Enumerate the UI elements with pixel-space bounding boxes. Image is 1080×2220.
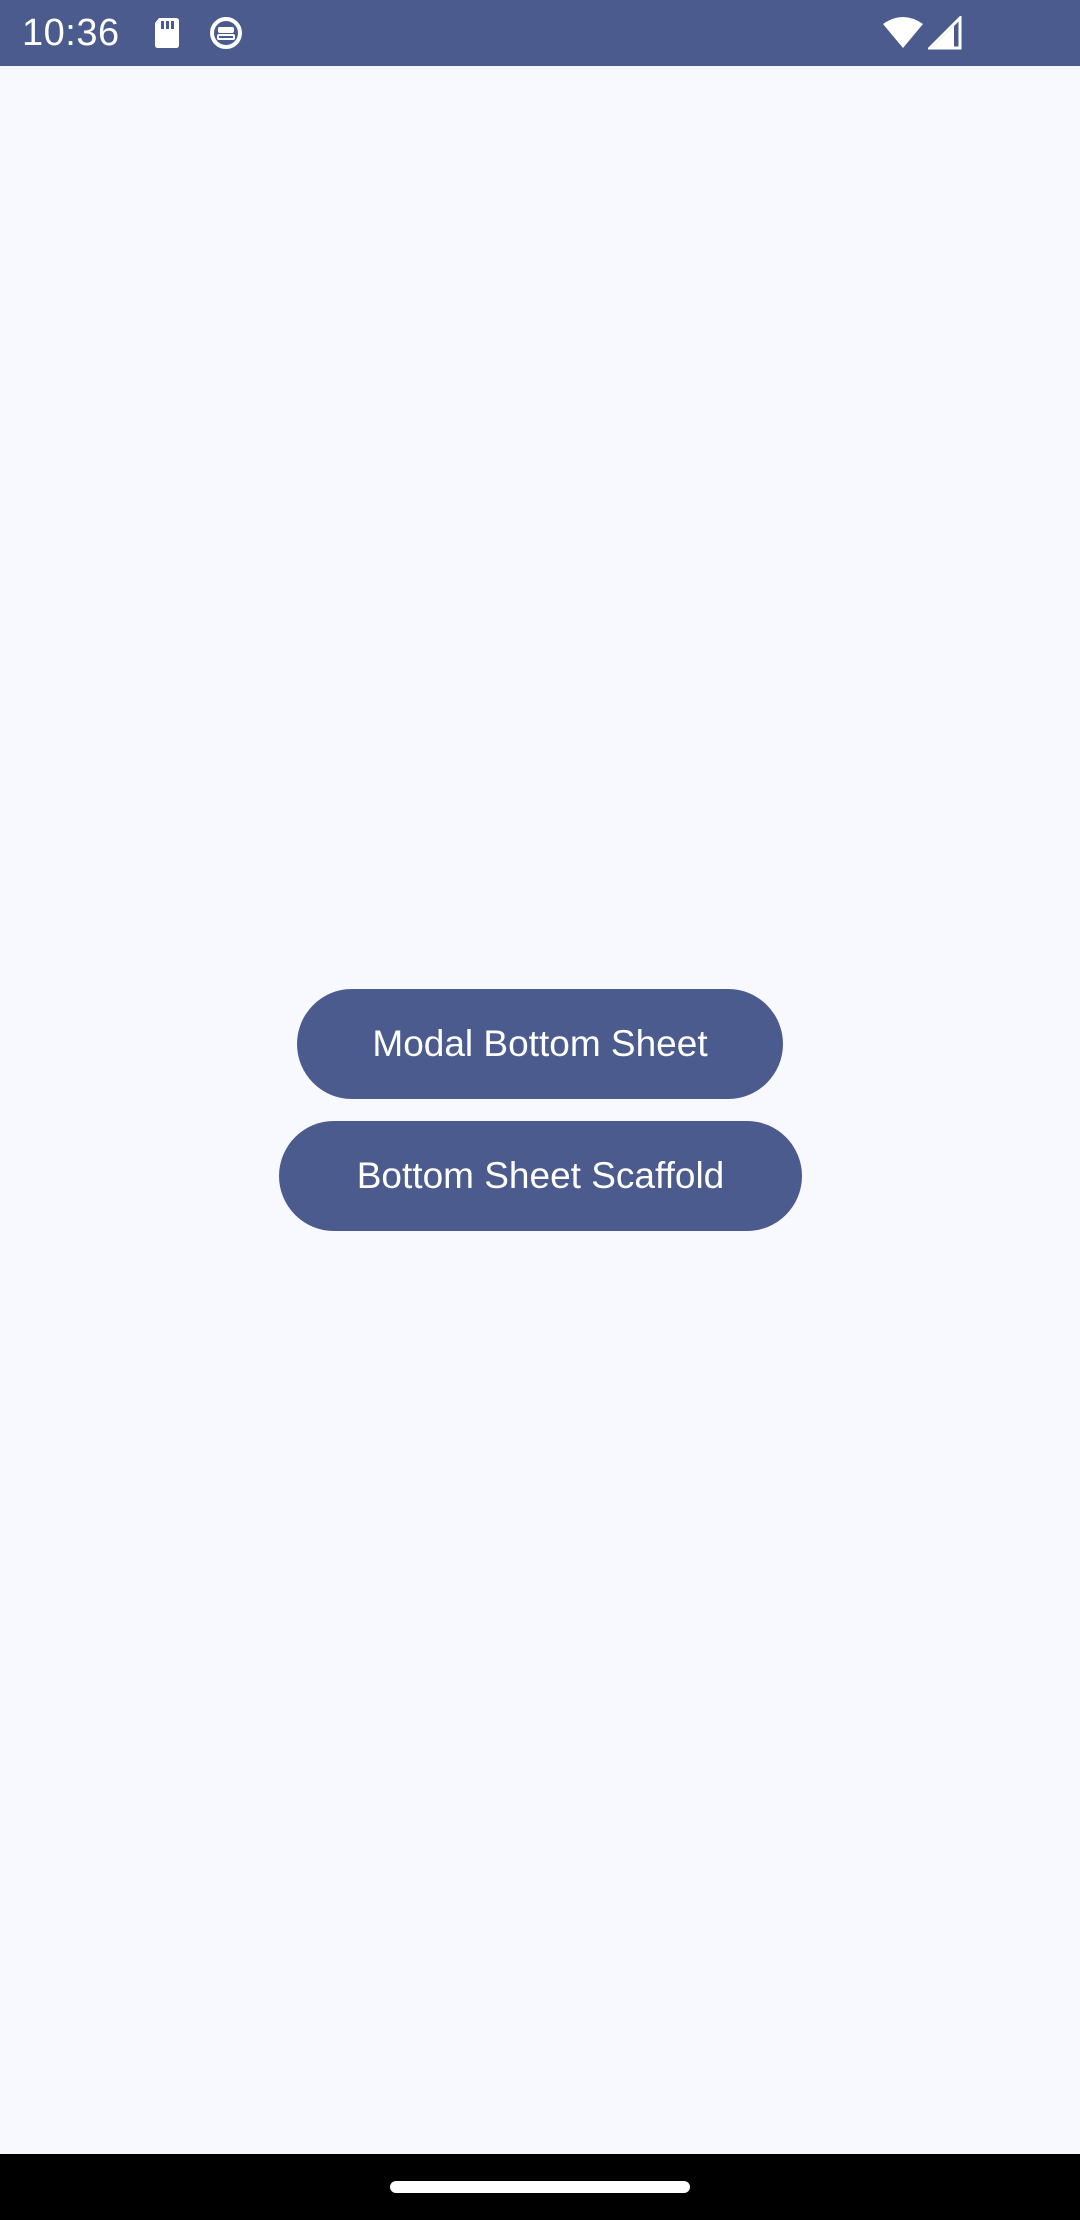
bottom-sheet-scaffold-button[interactable]: Bottom Sheet Scaffold xyxy=(279,1121,802,1231)
app-screen: 10:36 Modal Bottom Sheet Bottom Sheet Sc… xyxy=(0,0,1080,2220)
sync-icon xyxy=(209,16,243,50)
bottom-sheet-scaffold-label: Bottom Sheet Scaffold xyxy=(356,1155,725,1196)
navigation-bar xyxy=(0,2154,1080,2220)
modal-bottom-sheet-label: Modal Bottom Sheet xyxy=(372,1023,708,1064)
status-time: 10:36 xyxy=(22,12,120,54)
sd-card-icon xyxy=(150,16,184,50)
modal-bottom-sheet-button[interactable]: Modal Bottom Sheet xyxy=(297,989,783,1099)
main-content: Modal Bottom Sheet Bottom Sheet Scaffold xyxy=(0,66,1080,2154)
status-bar: 10:36 xyxy=(0,0,1080,66)
signal-icon xyxy=(926,14,962,50)
wifi-icon xyxy=(882,16,924,50)
home-handle[interactable] xyxy=(390,2181,690,2193)
